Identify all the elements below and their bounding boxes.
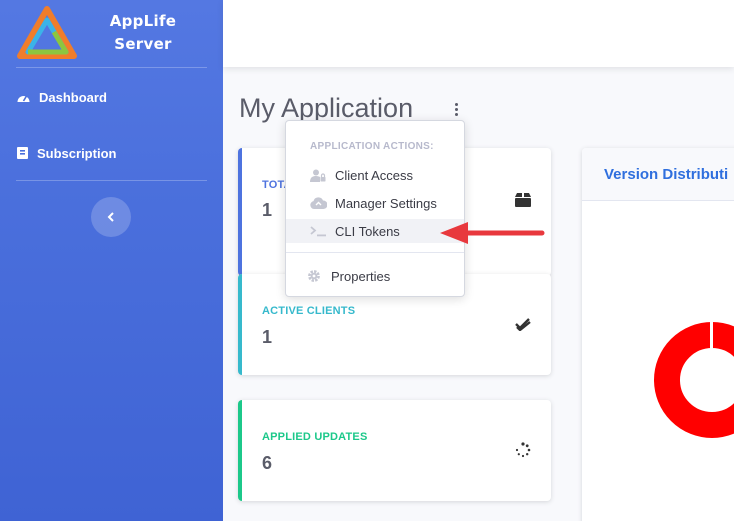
card-accent-bar [238,274,242,375]
gear-icon [302,269,326,283]
panel-title: Version Distributi [582,148,734,201]
kebab-dot [454,102,458,106]
book-icon [17,147,28,159]
card-accent-bar [238,148,242,276]
kebab-dot [454,112,458,116]
menu-item-client-access[interactable]: Client Access [286,163,464,187]
applife-logo [17,6,77,59]
card-label: ACTIVE CLIENTS [262,305,356,317]
kebab-dot [454,107,458,111]
menu-item-label: Client Access [335,167,414,183]
sidebar-item-subscription[interactable]: Subscription [16,141,116,165]
sidebar-divider [16,180,207,181]
application-actions-menu-button[interactable] [449,99,463,119]
menu-item-manager-settings[interactable]: Manager Settings [286,191,464,215]
sidebar-item-label: Subscription [37,145,117,161]
menu-item-label: Properties [331,268,391,284]
menu-item-label: Manager Settings [335,195,437,211]
double-check-icon [515,318,531,331]
donut-gap [710,320,713,350]
application-actions-dropdown: APPLICATION ACTIONS: Client Access Manag… [285,120,465,297]
menu-item-properties[interactable]: Properties [286,264,464,288]
card-value: 1 [262,200,273,220]
tachometer-icon [17,95,30,102]
sidebar-toggle-button[interactable] [91,197,131,237]
donut-segment [654,322,734,438]
sidebar-item-dashboard[interactable]: Dashboard [16,85,107,109]
sidebar: AppLife Server Dashboard Subscription [0,0,223,521]
terminal-icon [306,225,330,237]
brand-name: AppLife Server [100,10,186,56]
dropdown-divider [286,252,464,253]
annotation-arrow [440,222,545,244]
sidebar-item-label: Dashboard [39,89,107,105]
brand-line1: AppLife [109,12,177,30]
box-icon [515,193,531,207]
card-accent-bar [238,400,242,501]
cloud-icon [306,197,330,209]
chevron-left-icon [107,212,114,222]
dropdown-header: APPLICATION ACTIONS: [310,141,434,152]
donut-chart [654,320,734,438]
sidebar-divider [16,67,207,68]
topbar [223,0,734,67]
user-lock-icon [306,169,330,182]
brand-line2: Server [114,35,172,53]
card-label: APPLIED UPDATES [262,431,368,443]
card-value: 1 [262,327,273,347]
card-value: 6 [262,453,273,473]
card-applied-updates: APPLIED UPDATES 6 [238,400,551,501]
spinner-icon [515,442,531,458]
brand[interactable]: AppLife Server [0,0,223,68]
version-distribution-panel: Version Distributi [582,148,734,521]
menu-item-label: CLI Tokens [335,223,400,239]
